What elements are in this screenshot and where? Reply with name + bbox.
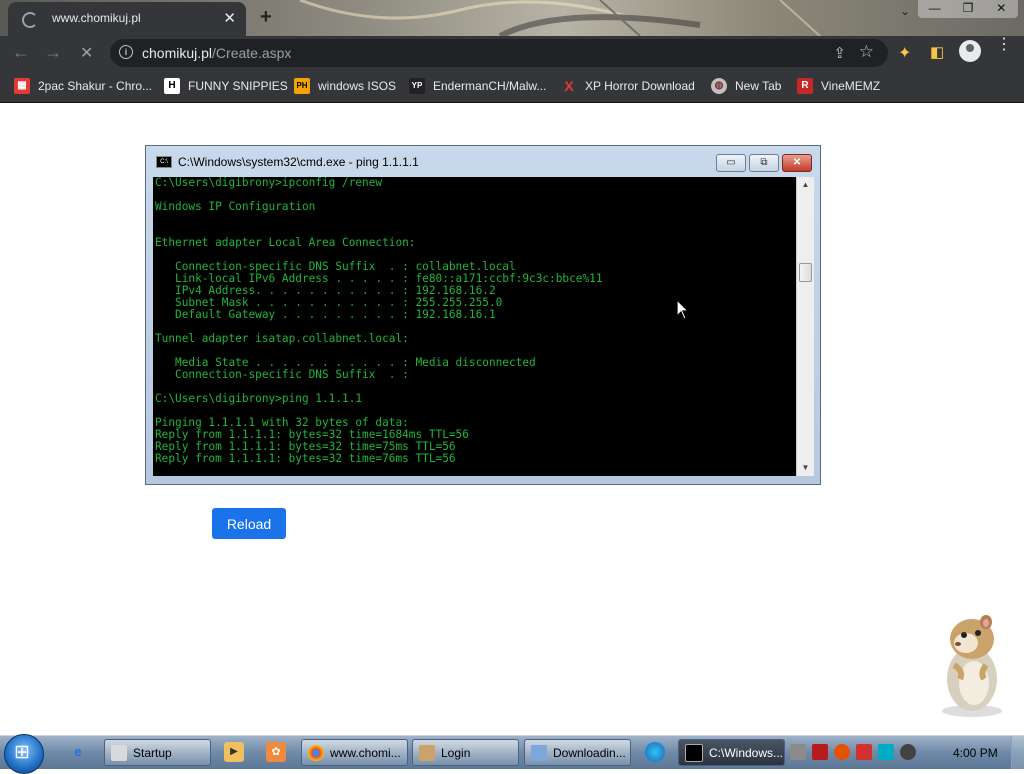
folder-icon [111,744,127,761]
task-cmd[interactable]: C:\Windows... [678,739,785,766]
url-domain: chomikuj.pl [142,45,213,61]
window-controls: — ❐ ✕ [918,0,1018,18]
tray-tool-icon[interactable] [812,744,828,760]
show-desktop-button[interactable] [1011,736,1024,769]
ph-logo-icon: PH [294,78,310,94]
bookmark-star-icon[interactable]: ☆ [859,42,874,62]
page-content: C:\ C:\Windows\system32\cmd.exe - ping 1… [0,103,1024,735]
share-icon[interactable]: ⇪ [833,44,846,62]
yp-logo-icon: YP [409,78,425,94]
cmd-minimize-icon: ▭ [716,154,746,172]
tab-title: www.chomikuj.pl [52,11,141,25]
bookmark-item[interactable]: H FUNNY SNIPPIES [164,77,288,95]
url-text[interactable]: chomikuj.pl/Create.aspx [142,45,291,61]
task-login[interactable]: Login [412,739,519,766]
browser-toolbar: ← → ✕ i chomikuj.pl/Create.aspx ⇪ ☆ ✦ ◧ … [0,36,1024,70]
paint-icon[interactable]: ✿ [266,742,286,762]
bookmarks-bar: ▦ 2pac Shakur - Chro... H FUNNY SNIPPIES P… [0,70,1024,103]
media-player-icon[interactable]: ▶ [224,742,244,762]
new-tab-button[interactable]: + [260,6,272,29]
bookmark-item[interactable]: ▦ 2pac Shakur - Chro... [14,77,152,95]
minimize-button[interactable]: — [918,0,951,18]
cmd-taskbar-icon [685,743,703,762]
close-window-button[interactable]: ✕ [985,0,1018,18]
site-info-icon[interactable]: i [119,45,133,59]
restore-button[interactable]: ❐ [951,0,984,18]
scroll-up-arrow-icon: ▲ [801,180,810,189]
calendar-icon: ▦ [14,78,30,94]
x-logo-icon: X [564,78,574,94]
back-button[interactable]: ← [12,42,30,63]
cmd-console: C:\Users\digibrony>ipconfig /renew Windo… [153,177,796,476]
tray-volume-icon[interactable] [900,744,916,760]
bookmark-item[interactable]: YP EndermanCH/Malw... [409,77,546,95]
task-startup[interactable]: Startup [104,739,211,766]
tab-search-chevron-icon[interactable]: ⌄ [900,4,910,18]
tray-app-icon[interactable] [790,744,806,760]
mouse-cursor-icon [676,299,690,320]
tray-flag-icon[interactable] [856,744,872,760]
side-panel-icon[interactable]: ◧ [930,43,944,61]
start-button[interactable] [4,734,44,774]
hamster-mascot-icon [942,615,1002,717]
scroll-thumb [799,263,812,282]
download-icon [531,744,547,761]
address-bar[interactable]: i chomikuj.pl/Create.aspx ⇪ ☆ [110,39,888,67]
bookmark-item[interactable]: R VineMEMZ [797,77,880,95]
cmd-close-icon: ✕ [782,154,812,172]
more-menu-icon[interactable]: ⋮ [996,37,1012,53]
ie-icon[interactable]: e [68,742,88,762]
browser-tab[interactable]: www.chomikuj.pl ✕ [8,2,246,36]
tab-close-icon[interactable]: ✕ [223,9,236,27]
console-text: C:\Users\digibrony>ipconfig /renew Windo… [155,177,603,465]
scroll-down-arrow-icon: ▼ [801,463,810,472]
loading-spinner-icon [22,12,38,28]
task-chrome[interactable]: www.chomi... [301,739,408,766]
windows-taskbar: e Startup ▶ ✿ www.chomi... Login Downloa… [0,734,1024,774]
taskbar-clock[interactable]: 4:00 PM [953,746,998,760]
tray-search-icon[interactable] [834,744,850,760]
forward-button[interactable]: → [44,42,62,63]
profile-avatar-icon[interactable] [959,40,981,62]
bookmark-item[interactable]: X XP Horror Download [561,77,695,95]
r-logo-icon: R [797,78,813,94]
task-downloading[interactable]: Downloadin... [524,739,631,766]
bookmark-item[interactable]: PH windows ISOS [294,77,396,95]
tab-strip: www.chomikuj.pl ✕ + ⌄ — ❐ ✕ [0,0,1024,36]
url-path: /Create.aspx [212,45,292,61]
cmd-window-image: C:\ C:\Windows\system32\cmd.exe - ping 1… [145,145,821,485]
bookmark-item[interactable]: ◍ New Tab [711,77,781,95]
stop-loading-button[interactable]: ✕ [80,43,93,63]
extensions-puzzle-icon[interactable]: ✦ [898,43,911,63]
cmd-icon: C:\ [156,156,172,168]
cmd-title-text: C:\Windows\system32\cmd.exe - ping 1.1.1… [178,155,419,169]
globe-icon: ◍ [711,78,727,94]
cmd-maximize-icon: ⧉ [749,154,779,172]
chrome-icon [308,744,324,761]
edge-icon[interactable] [645,742,665,762]
reload-button[interactable]: Reload [212,508,286,539]
user-icon [419,744,435,761]
cmd-titlebar: C:\ C:\Windows\system32\cmd.exe - ping 1… [156,155,419,169]
cmd-scrollbar: ▲ ▼ [796,177,814,476]
tray-monitor-icon[interactable] [878,744,894,760]
system-tray [790,744,916,762]
h-logo-icon: H [164,78,180,94]
